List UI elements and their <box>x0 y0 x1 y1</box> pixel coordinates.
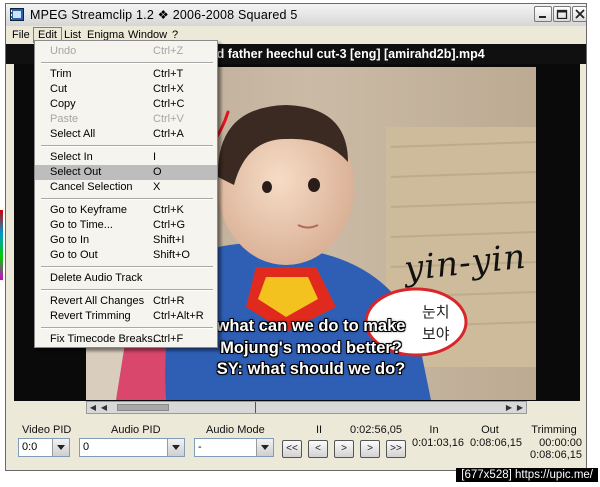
menu-item-undo[interactable]: Undo Ctrl+Z <box>35 44 217 59</box>
menu-separator <box>41 145 213 147</box>
trimming-end: 0:08:06,15 <box>530 449 582 461</box>
menu-item-select-all[interactable]: Select All Ctrl+A <box>35 127 217 142</box>
close-icon <box>575 9 585 19</box>
menu-item-select-in[interactable]: Select In I <box>35 150 217 165</box>
menu-item-revert-all-changes[interactable]: Revert All Changes Ctrl+R <box>35 294 217 309</box>
menu-item-paste[interactable]: Paste Ctrl+V <box>35 112 217 127</box>
menu-item-go-to-keyframe[interactable]: Go to Keyframe Ctrl+K <box>35 203 217 218</box>
edit-menu-dropdown: Undo Ctrl+Z Trim Ctrl+T Cut Ctrl+X Copy Ctrl… <box>34 40 218 348</box>
step-back-button[interactable]: < <box>308 440 328 458</box>
maximize-button[interactable] <box>553 6 571 22</box>
chevron-down-icon[interactable] <box>167 439 184 456</box>
scroll-right-icon[interactable]: ▶ <box>515 403 525 412</box>
audio-pid-value: 0 <box>83 441 90 453</box>
window-title: MPEG Streamclip 1.2 ❖ 2006-2008 Squared … <box>30 8 298 22</box>
menu-separator <box>41 198 213 200</box>
step-forward-icon[interactable]: ▶ <box>504 403 514 412</box>
timeline-thumb[interactable] <box>117 404 169 411</box>
audio-mode-select[interactable]: - <box>194 438 274 457</box>
audio-mode-value: - <box>198 441 202 453</box>
video-pid-value: 0:0 <box>22 441 38 453</box>
menu-separator <box>41 327 213 329</box>
menu-item-cancel-selection[interactable]: Cancel Selection X <box>35 180 217 195</box>
menu-item-go-to-time[interactable]: Go to Time... Ctrl+G <box>35 218 217 233</box>
film-clip-icon <box>10 8 24 21</box>
fast-forward-button[interactable]: >> <box>386 440 406 458</box>
scroll-left-icon[interactable]: ◀ <box>88 403 98 412</box>
menu-item-cut[interactable]: Cut Ctrl+X <box>35 82 217 97</box>
menu-item-delete-audio-track[interactable]: Delete Audio Track <box>35 271 217 286</box>
trimming-label: Trimming <box>531 424 577 436</box>
audio-pid-select[interactable]: 0 <box>79 438 185 457</box>
chevron-down-icon[interactable] <box>52 439 69 456</box>
menu-item-go-to-in[interactable]: Go to In Shift+I <box>35 233 217 248</box>
rewind-button[interactable]: << <box>282 440 302 458</box>
image-caption: [677x528] https://upic.me/ <box>456 468 598 482</box>
menu-separator <box>41 62 213 64</box>
current-time: 0:02:56,05 <box>350 424 402 436</box>
minimize-icon <box>539 16 546 18</box>
menu-separator <box>41 266 213 268</box>
play-button[interactable]: > <box>334 440 354 458</box>
menu-item-copy[interactable]: Copy Ctrl+C <box>35 97 217 112</box>
subtitle-line-3: SY: what should we do? <box>216 360 406 378</box>
out-label: Out <box>481 424 499 436</box>
file-name: od father heechul cut-3 [eng] [amirahd2b… <box>209 47 485 61</box>
menu-item-trim[interactable]: Trim Ctrl+T <box>35 67 217 82</box>
maximize-icon <box>556 9 568 19</box>
title-bar[interactable]: MPEG Streamclip 1.2 ❖ 2006-2008 Squared … <box>6 4 587 27</box>
close-button[interactable] <box>572 6 587 22</box>
left-edge-artifact <box>0 210 3 280</box>
menu-file[interactable]: File <box>8 28 34 43</box>
menu-separator <box>41 289 213 291</box>
timeline-scrollbar[interactable]: ◀ ◀ ▶ ▶ <box>86 401 527 414</box>
chevron-down-icon[interactable] <box>256 439 273 456</box>
trimming-start: 00:00:00 <box>539 437 582 449</box>
in-time: 0:01:03,16 <box>412 437 464 449</box>
pause-symbol: II <box>316 424 323 436</box>
minimize-button[interactable] <box>534 6 552 22</box>
in-label: In <box>429 424 439 436</box>
audio-mode-label: Audio Mode <box>206 424 265 436</box>
step-forward-button[interactable]: > <box>360 440 380 458</box>
audio-pid-label: Audio PID <box>111 424 161 436</box>
menu-item-go-to-out[interactable]: Go to Out Shift+O <box>35 248 217 263</box>
out-time: 0:08:06,15 <box>470 437 522 449</box>
video-pid-label: Video PID <box>22 424 72 436</box>
menu-item-fix-timecode-breaks[interactable]: Fix Timecode Breaks... Ctrl+F <box>35 332 217 347</box>
playhead-marker[interactable] <box>255 402 256 413</box>
menu-item-select-out[interactable]: Select Out O <box>35 165 217 180</box>
step-back-icon[interactable]: ◀ <box>99 403 109 412</box>
menu-item-revert-trimming[interactable]: Revert Trimming Ctrl+Alt+R <box>35 309 217 324</box>
video-pid-select[interactable]: 0:0 <box>18 438 70 457</box>
